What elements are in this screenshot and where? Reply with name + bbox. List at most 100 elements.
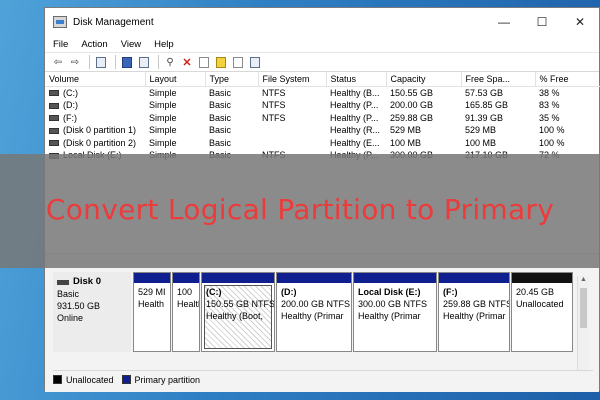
legend: Unallocated Primary partition	[53, 370, 593, 385]
free-space-cell: 57.53 GB	[465, 87, 504, 98]
disk-management-app-icon	[53, 16, 67, 28]
table-row[interactable]: (C:) Simple Basic NTFS Healthy (B... 150…	[45, 86, 600, 99]
free-space-cell: 165.85 GB	[465, 100, 509, 110]
partition-text: 20.45 GB Unallocated	[512, 283, 572, 313]
partition-block-e[interactable]: Local Disk (E:) 300.00 GB NTFS Healthy (…	[353, 272, 437, 352]
partition-block-d[interactable]: (D:) 200.00 GB NTFS Healthy (Primar	[276, 272, 352, 352]
status-cell: Healthy (P...	[330, 112, 379, 123]
help-icon[interactable]	[120, 55, 134, 69]
volume-icon	[49, 115, 59, 122]
banner-title: Convert Logical Partition to Primary	[45, 192, 555, 226]
connect-disk-icon[interactable]: ⚲	[163, 55, 177, 69]
close-button[interactable]: ✕	[561, 8, 599, 36]
partition-text: (D:) 200.00 GB NTFS Healthy (Primar	[277, 283, 351, 325]
table-row[interactable]: (F:) Simple Basic NTFS Healthy (P... 259…	[45, 112, 600, 125]
percent-free-cell: 100 %	[539, 137, 565, 148]
partition-status: Healthy (Primar	[281, 311, 344, 321]
volume-icon	[49, 140, 59, 147]
unallocated-block[interactable]: 20.45 GB Unallocated	[511, 272, 573, 352]
disk-name-row: Disk 0	[57, 276, 127, 288]
percent-free-cell: 38 %	[539, 87, 560, 98]
capacity-cell: 259.88 GB	[390, 112, 434, 123]
table-header-row: Volume Layout Type File System Status Ca…	[45, 72, 600, 87]
menu-action[interactable]: Action	[81, 39, 107, 50]
toolbar: ⇦ ⇨ ⚲ ✕	[45, 52, 599, 72]
file-system-cell: NTFS	[262, 112, 286, 123]
column-header-capacity[interactable]: Capacity	[386, 72, 462, 87]
delete-icon[interactable]: ✕	[180, 55, 194, 69]
layout-cell: Simple	[149, 125, 177, 135]
partition-status: Unallocated	[516, 299, 564, 309]
properties-icon[interactable]	[137, 55, 151, 69]
scroll-up-icon[interactable]: ▲	[578, 276, 589, 286]
layout-cell: Simple	[149, 112, 177, 123]
partition-name: (F:)	[443, 287, 458, 297]
legend-item-unallocated: Unallocated	[53, 375, 114, 385]
menu-help[interactable]: Help	[154, 39, 174, 50]
column-header-file-system[interactable]: File System	[258, 72, 327, 87]
check-disk-icon[interactable]	[197, 55, 211, 69]
partition-map: 529 MI Health 100 Health (C:) 150.55 GB …	[133, 272, 573, 352]
disk-size: 931.50 GB	[57, 301, 101, 311]
partition-size: 100	[177, 287, 193, 297]
primary-partition-bar	[439, 273, 509, 283]
back-arrow-icon[interactable]: ⇦	[51, 55, 65, 69]
menu-file[interactable]: File	[53, 39, 68, 50]
table-row[interactable]: (D:) Simple Basic NTFS Healthy (P... 200…	[45, 99, 600, 112]
partition-block-1[interactable]: 529 MI Health	[133, 272, 171, 352]
forward-arrow-icon[interactable]: ⇨	[68, 55, 82, 69]
table-row[interactable]: (Disk 0 partition 2) Simple Basic Health…	[45, 137, 600, 150]
toolbar-separator	[158, 55, 159, 69]
maximize-button[interactable]: ☐	[523, 8, 561, 36]
disk-info-label[interactable]: Disk 0 Basic 931.50 GB Online	[53, 272, 131, 352]
column-header-free-space[interactable]: Free Spa...	[461, 72, 536, 87]
primary-partition-bar	[134, 273, 170, 283]
volume-icon	[49, 90, 59, 97]
partition-block-2[interactable]: 100 Health	[172, 272, 200, 352]
volume-name: (D:)	[63, 100, 78, 110]
partition-size: 529 MI	[138, 287, 166, 297]
minimize-button[interactable]: —	[485, 8, 523, 36]
details-icon[interactable]	[248, 55, 262, 69]
status-cell: Healthy (B...	[330, 87, 380, 98]
title-bar[interactable]: Disk Management — ☐ ✕	[45, 8, 599, 36]
primary-partition-bar	[202, 273, 274, 283]
capacity-cell: 100 MB	[390, 137, 422, 148]
column-header-status[interactable]: Status	[326, 72, 387, 87]
volume-name: (Disk 0 partition 1)	[63, 125, 137, 135]
free-space-cell: 529 MB	[465, 125, 497, 135]
partition-block-f[interactable]: (F:) 259.88 GB NTFS Healthy (Primar	[438, 272, 510, 352]
new-volume-icon[interactable]	[214, 55, 228, 69]
scroll-thumb[interactable]	[580, 288, 587, 328]
column-header-layout[interactable]: Layout	[145, 72, 206, 87]
volume-name: (C:)	[63, 87, 78, 98]
type-cell: Basic	[209, 112, 232, 123]
column-header-volume[interactable]: Volume	[45, 72, 146, 87]
column-header-percent-free[interactable]: % Free	[535, 72, 600, 87]
volume-icon	[49, 102, 59, 109]
file-system-cell	[258, 137, 326, 150]
partition-text: 529 MI Health	[134, 283, 170, 313]
free-space-cell: 91.39 GB	[465, 112, 504, 123]
format-icon[interactable]	[231, 55, 245, 69]
partition-text: (F:) 259.88 GB NTFS Healthy (Primar	[439, 283, 509, 325]
unallocated-bar	[512, 273, 572, 283]
table-row[interactable]: (Disk 0 partition 1) Simple Basic Health…	[45, 124, 600, 137]
legend-label: Unallocated	[66, 374, 114, 385]
column-header-type[interactable]: Type	[205, 72, 259, 87]
partition-size: 150.55 GB NTFS	[206, 299, 274, 309]
partition-block-c[interactable]: (C:) 150.55 GB NTFS Healthy (Boot,	[201, 272, 275, 352]
menu-bar: File Action View Help	[45, 36, 599, 52]
volume-name: (F:)	[63, 112, 77, 123]
volume-icon	[49, 127, 59, 134]
partition-status: Healthy (Primar	[358, 311, 421, 321]
menu-view[interactable]: View	[121, 39, 141, 50]
partition-size: 259.88 GB NTFS	[443, 299, 509, 309]
console-tree-icon[interactable]	[94, 55, 108, 69]
volume-table: Volume Layout Type File System Status Ca…	[45, 72, 600, 162]
volume-cell: (D:)	[45, 99, 145, 112]
disk-map-scrollbar[interactable]: ▲	[577, 276, 589, 370]
primary-partition-bar	[354, 273, 436, 283]
partition-text: Local Disk (E:) 300.00 GB NTFS Healthy (…	[354, 283, 436, 325]
toolbar-separator	[115, 55, 116, 69]
